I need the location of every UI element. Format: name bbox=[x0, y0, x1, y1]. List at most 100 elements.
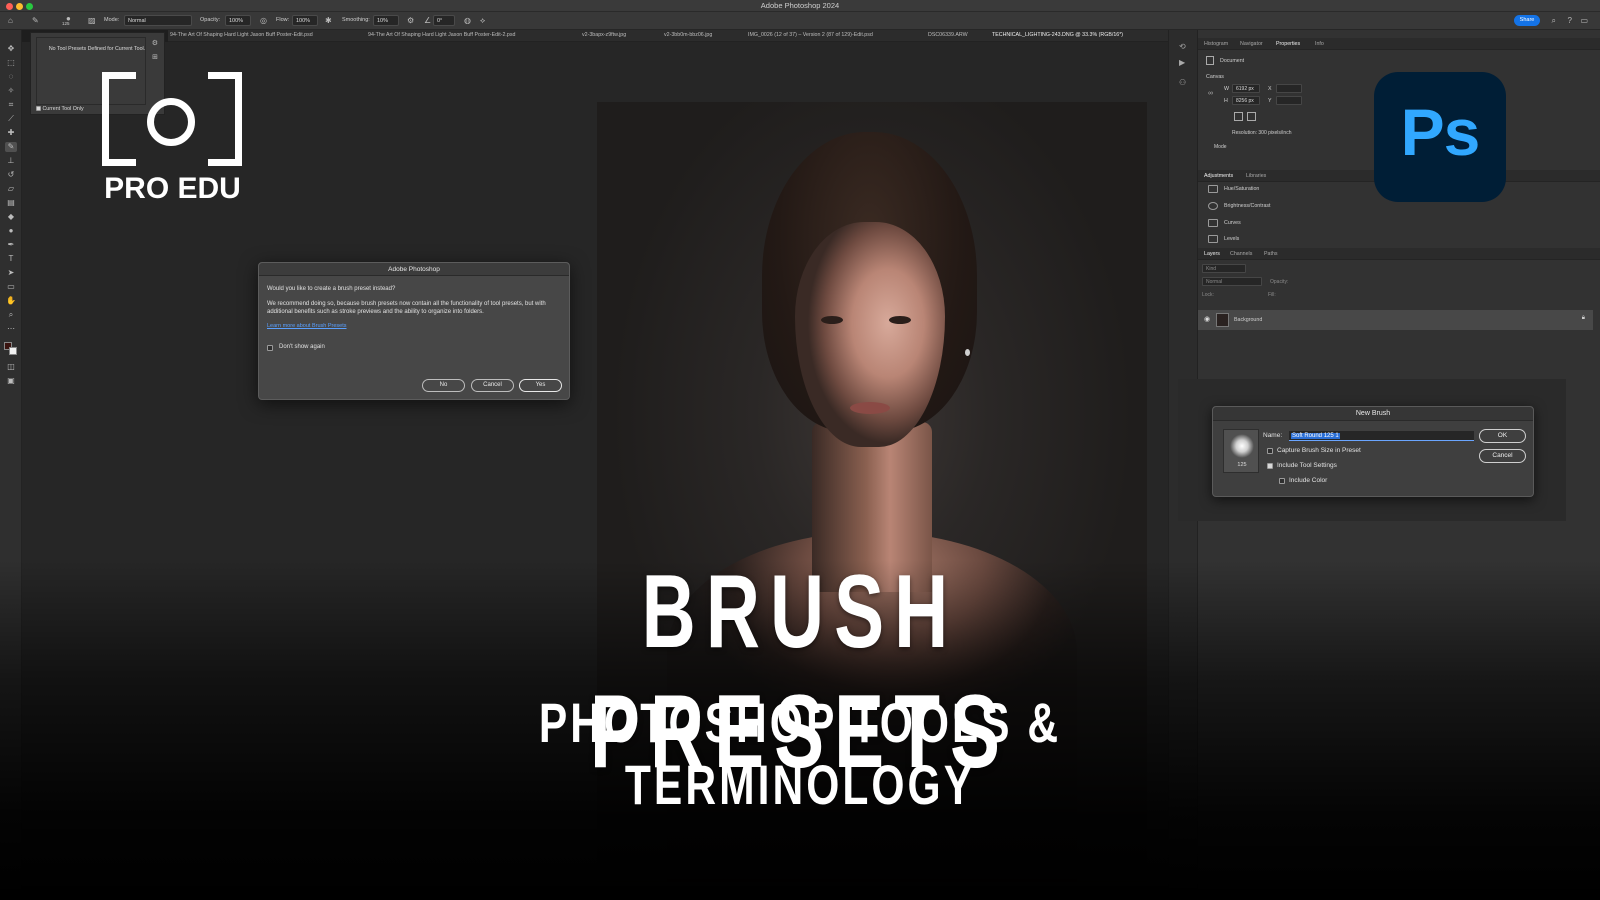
hand-tool-icon[interactable]: ✋ bbox=[5, 296, 17, 306]
landscape-orientation-icon[interactable] bbox=[1247, 112, 1256, 121]
mode-label: Mode bbox=[1214, 144, 1227, 150]
layer-row-background[interactable]: ◉ Background 🔒︎ bbox=[1198, 310, 1593, 330]
gear-icon[interactable]: ⚙ bbox=[152, 39, 158, 47]
mode-select[interactable]: Normal bbox=[124, 15, 192, 26]
tab-document-4[interactable]: v2-3bb0m-bbz06.jpg bbox=[664, 32, 712, 38]
airbrush-icon[interactable]: ✱ bbox=[325, 16, 332, 25]
include-tool-settings-checkbox[interactable] bbox=[1267, 463, 1273, 469]
tab-navigator[interactable]: Navigator bbox=[1240, 41, 1263, 47]
zoom-tool-icon[interactable]: ⌕ bbox=[5, 310, 17, 320]
type-tool-icon[interactable]: T bbox=[5, 254, 17, 264]
current-tool-only-checkbox[interactable] bbox=[36, 106, 41, 112]
options-bar: ⌂ ✎ 125 ● ▨ Mode: Normal Opacity: 100% ◎… bbox=[0, 12, 1600, 30]
opacity-field[interactable]: 100% bbox=[225, 15, 251, 26]
new-preset-icon[interactable]: ⊞ bbox=[152, 53, 158, 61]
title-bar: Adobe Photoshop 2024 bbox=[0, 0, 1600, 12]
share-button[interactable]: Share bbox=[1514, 15, 1540, 26]
link-dimensions-icon[interactable]: ∞ bbox=[1208, 90, 1213, 97]
current-tool-only-option[interactable]: Current Tool Only bbox=[36, 106, 84, 112]
pressure-opacity-icon[interactable]: ◎ bbox=[260, 16, 267, 25]
workspace-icon[interactable]: ▭ bbox=[1580, 16, 1588, 25]
help-icon[interactable]: ? bbox=[1568, 16, 1572, 25]
tab-layers[interactable]: Layers bbox=[1204, 251, 1220, 257]
brush-name-input[interactable]: Soft Round 125 1 bbox=[1289, 431, 1474, 441]
document-tabs: 94-The Art Of Shaping Hard Light Jason B… bbox=[168, 30, 1168, 42]
dont-show-again-checkbox[interactable] bbox=[267, 345, 273, 351]
width-field[interactable]: 6192 px bbox=[1232, 84, 1260, 93]
tab-paths[interactable]: Paths bbox=[1264, 251, 1278, 257]
tab-document-active[interactable]: TECHNICAL_LIGHTING-243.DNG @ 33.3% (RGB/… bbox=[992, 32, 1123, 38]
height-field[interactable]: 8256 px bbox=[1232, 96, 1260, 105]
screen-mode-icon[interactable]: ▣ bbox=[5, 376, 17, 386]
tab-document-1[interactable]: 94-The Art Of Shaping Hard Light Jason B… bbox=[170, 32, 313, 38]
move-tool-icon[interactable]: ✥ bbox=[5, 44, 17, 54]
smoothing-field[interactable]: 10% bbox=[373, 15, 399, 26]
tab-document-3[interactable]: v2-3bapx-z9ftw.jpg bbox=[582, 32, 626, 38]
no-button[interactable]: No bbox=[422, 379, 465, 392]
clone-stamp-icon[interactable]: ⊥ bbox=[5, 156, 17, 166]
shape-tool-icon[interactable]: ▭ bbox=[5, 282, 17, 292]
magic-wand-icon[interactable]: ✧ bbox=[5, 86, 17, 96]
blend-mode-select[interactable]: Normal bbox=[1202, 277, 1262, 286]
include-color-checkbox[interactable] bbox=[1279, 478, 1285, 484]
more-tools-icon[interactable]: ⋯ bbox=[5, 324, 17, 334]
learn-more-link[interactable]: Learn more about Brush Presets bbox=[267, 323, 347, 329]
cancel-button[interactable]: Cancel bbox=[1479, 449, 1526, 463]
tab-channels[interactable]: Channels bbox=[1230, 251, 1252, 257]
marquee-tool-icon[interactable]: ⬚ bbox=[5, 58, 17, 68]
yes-button[interactable]: Yes bbox=[519, 379, 562, 392]
quick-mask-icon[interactable]: ◫ bbox=[5, 362, 17, 372]
history-panel-icon[interactable]: ⟲ bbox=[1179, 42, 1186, 51]
gear-icon[interactable]: ⚙ bbox=[407, 16, 414, 25]
crop-tool-icon[interactable]: ⌗ bbox=[5, 100, 17, 110]
brush-tool-icon[interactable]: ✎ bbox=[32, 16, 39, 25]
background-color-swatch[interactable] bbox=[9, 347, 17, 355]
ok-button[interactable]: OK bbox=[1479, 429, 1526, 443]
lasso-tool-icon[interactable]: ◌ bbox=[5, 72, 17, 82]
angle-field[interactable]: 0° bbox=[433, 15, 455, 26]
cancel-button[interactable]: Cancel bbox=[471, 379, 514, 392]
tab-histogram[interactable]: Histogram bbox=[1204, 41, 1228, 47]
adjustment-item-curves[interactable]: Curves bbox=[1224, 220, 1241, 226]
tab-properties[interactable]: Properties bbox=[1276, 41, 1300, 47]
adjustment-item-brightness-contrast[interactable]: Brightness/Contrast bbox=[1224, 203, 1271, 209]
pen-tool-icon[interactable]: ✒ bbox=[5, 240, 17, 250]
blur-tool-icon[interactable]: ◆ bbox=[5, 212, 17, 222]
adjustment-item-hue-saturation[interactable]: Hue/Saturation bbox=[1224, 186, 1259, 192]
symmetry-icon[interactable]: ⟡ bbox=[480, 16, 485, 25]
pressure-size-icon[interactable]: ◍ bbox=[464, 16, 471, 25]
tab-document-6[interactable]: DSC06339.ARW bbox=[928, 32, 968, 38]
tab-info[interactable]: Info bbox=[1315, 41, 1324, 47]
gradient-tool-icon[interactable]: ▤ bbox=[5, 198, 17, 208]
adjustment-item-levels[interactable]: Levels bbox=[1224, 236, 1239, 242]
capture-size-checkbox[interactable] bbox=[1267, 448, 1273, 454]
brush-tool-icon[interactable]: ✎ bbox=[5, 142, 17, 152]
layer-filter-search[interactable]: Kind bbox=[1202, 264, 1246, 273]
history-brush-icon[interactable]: ↺ bbox=[5, 170, 17, 180]
tab-libraries[interactable]: Libraries bbox=[1246, 173, 1266, 179]
home-icon[interactable]: ⌂ bbox=[8, 16, 13, 25]
flow-field[interactable]: 100% bbox=[292, 15, 318, 26]
y-field[interactable] bbox=[1276, 96, 1302, 105]
x-field[interactable] bbox=[1276, 84, 1302, 93]
dodge-tool-icon[interactable]: ● bbox=[5, 226, 17, 236]
logo-left-bracket bbox=[102, 72, 136, 166]
layer-opacity-label: Opacity: bbox=[1270, 279, 1289, 285]
y-label: Y bbox=[1268, 98, 1272, 104]
actions-panel-icon[interactable]: ▶ bbox=[1179, 58, 1185, 67]
brush-settings-icon[interactable]: ▨ bbox=[88, 16, 96, 25]
layer-name[interactable]: Background bbox=[1234, 317, 1262, 323]
eyedropper-icon[interactable]: ⟋ bbox=[5, 114, 17, 124]
people-panel-icon[interactable]: ⚇ bbox=[1179, 78, 1186, 87]
spot-healing-icon[interactable]: ✚ bbox=[5, 128, 17, 138]
canvas-section-label[interactable]: Canvas bbox=[1206, 74, 1224, 80]
portrait-orientation-icon[interactable] bbox=[1234, 112, 1243, 121]
path-selection-icon[interactable]: ➤ bbox=[5, 268, 17, 278]
tab-adjustments[interactable]: Adjustments bbox=[1204, 173, 1233, 179]
eye-icon[interactable]: ◉ bbox=[1204, 315, 1210, 323]
search-icon[interactable]: ⌕ bbox=[1552, 16, 1556, 25]
eraser-icon[interactable]: ▱ bbox=[5, 184, 17, 194]
tab-document-5[interactable]: IMG_0026 (12 of 37) – Version 2 (87 of 1… bbox=[748, 32, 873, 38]
tab-document-2[interactable]: 94-The Art Of Shaping Hard Light Jason B… bbox=[368, 32, 515, 38]
brush-preview-icon[interactable]: ● bbox=[66, 14, 71, 23]
